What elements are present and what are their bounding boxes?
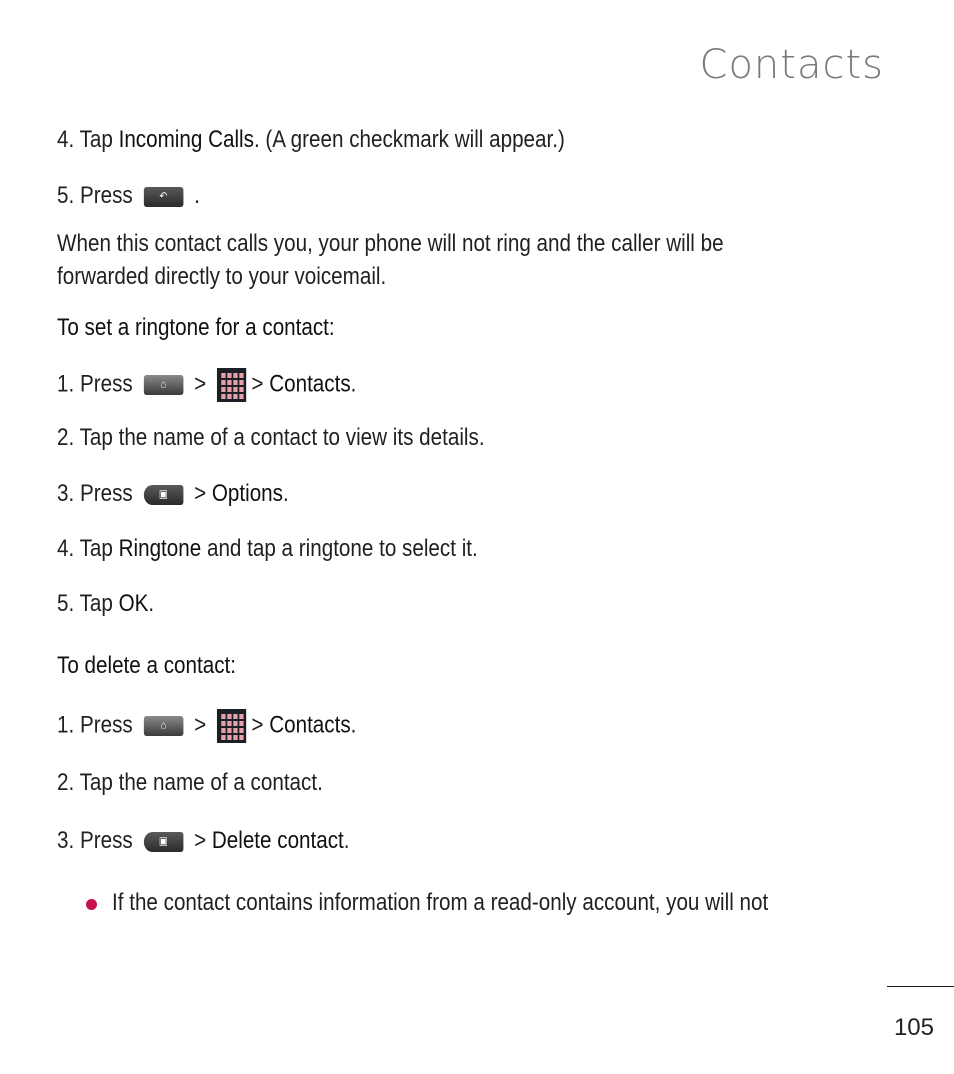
text: . bbox=[194, 182, 200, 209]
apps-grid-dot bbox=[239, 380, 244, 385]
apps-grid-dot bbox=[227, 721, 232, 726]
apps-grid-dot bbox=[239, 714, 244, 719]
text: . bbox=[282, 480, 289, 507]
apps-grid-dot bbox=[239, 394, 244, 399]
text: . bbox=[148, 590, 155, 617]
text: 4. Tap bbox=[57, 126, 119, 153]
text: . bbox=[343, 827, 350, 854]
paragraph-line: forwarded directly to your voicemail. bbox=[57, 263, 387, 290]
back-arrow-icon: ↶ bbox=[159, 190, 168, 203]
menu-key-icon: ▣ bbox=[143, 484, 184, 505]
apps-grid-dot bbox=[221, 728, 226, 733]
apps-grid-dot bbox=[221, 721, 226, 726]
step-tap-name: 2. Tap the name of a contact to view its… bbox=[57, 424, 485, 451]
apps-grid-dot bbox=[239, 373, 244, 378]
text: . bbox=[350, 711, 357, 739]
apps-grid-dot bbox=[239, 721, 244, 726]
emphasis: Options bbox=[211, 480, 283, 507]
step-press-back: 5. Press ↶ . bbox=[57, 182, 200, 210]
emphasis: Delete contact bbox=[211, 827, 344, 854]
apps-grid-dot bbox=[227, 387, 232, 392]
home-key-icon: ⌂ bbox=[143, 375, 184, 395]
step-press-home-contacts: 1. Press ⌂ > > Contacts. bbox=[57, 709, 356, 743]
home-key-icon: ⌂ bbox=[143, 716, 184, 736]
emphasis: OK bbox=[118, 590, 149, 617]
menu-icon: ▣ bbox=[158, 835, 168, 848]
emphasis: Incoming Calls bbox=[118, 126, 254, 153]
text: 5. Tap bbox=[57, 590, 119, 617]
paragraph-line: When this contact calls you, your phone … bbox=[57, 230, 724, 257]
bullet-note: If the contact contains information from… bbox=[112, 889, 769, 916]
separator: > bbox=[251, 370, 270, 398]
apps-grid-dot bbox=[233, 387, 238, 392]
apps-grid-dot bbox=[233, 380, 238, 385]
separator: > bbox=[251, 711, 270, 739]
apps-grid-dot bbox=[221, 394, 226, 399]
emphasis: Ringtone bbox=[118, 535, 202, 562]
apps-grid-dot bbox=[239, 387, 244, 392]
apps-grid-dot bbox=[227, 373, 232, 378]
page-title: Contacts bbox=[699, 42, 884, 88]
separator: > bbox=[194, 480, 212, 507]
apps-grid-dot bbox=[233, 728, 238, 733]
text: 1. Press bbox=[57, 370, 133, 398]
step-tap-ringtone: 4. Tap Ringtone and tap a ringtone to se… bbox=[57, 535, 478, 563]
apps-grid-dot bbox=[239, 735, 244, 740]
apps-grid-dot bbox=[233, 714, 238, 719]
separator: > bbox=[194, 711, 207, 739]
text: and tap a ringtone to select it. bbox=[201, 535, 478, 562]
apps-grid-dot bbox=[227, 728, 232, 733]
emphasis: Contacts bbox=[269, 711, 351, 739]
apps-grid-dot bbox=[221, 387, 226, 392]
apps-grid-dot bbox=[227, 380, 232, 385]
menu-key-icon: ▣ bbox=[143, 831, 184, 852]
text: 3. Press bbox=[57, 480, 133, 507]
page-number: 105 bbox=[893, 1014, 934, 1041]
apps-grid-dot bbox=[221, 373, 226, 378]
step-tap-contact: 2. Tap the name of a contact. bbox=[57, 769, 323, 796]
section-heading-ringtone: To set a ringtone for a contact: bbox=[57, 314, 335, 341]
apps-grid-dot bbox=[227, 735, 232, 740]
apps-grid-dot bbox=[239, 728, 244, 733]
home-icon: ⌂ bbox=[160, 719, 167, 732]
separator: > bbox=[194, 827, 212, 854]
bullet-icon bbox=[86, 899, 97, 910]
apps-grid-dot bbox=[227, 714, 232, 719]
footer-divider bbox=[887, 986, 954, 987]
apps-grid-dot bbox=[221, 714, 226, 719]
section-heading-delete: To delete a contact: bbox=[57, 652, 237, 679]
separator: > bbox=[194, 370, 207, 398]
apps-grid-dot bbox=[233, 394, 238, 399]
text: 1. Press bbox=[57, 711, 133, 739]
step-press-menu-delete: 3. Press ▣ > Delete contact. bbox=[57, 827, 350, 855]
apps-grid-icon bbox=[217, 368, 247, 402]
apps-grid-dot bbox=[233, 735, 238, 740]
apps-grid-dot bbox=[221, 380, 226, 385]
text: . bbox=[350, 370, 357, 398]
apps-grid-dot bbox=[227, 394, 232, 399]
apps-grid-dot bbox=[233, 373, 238, 378]
text: 4. Tap bbox=[57, 535, 119, 562]
apps-grid-dot bbox=[221, 735, 226, 740]
apps-grid-icon bbox=[217, 709, 247, 743]
text: 5. Press bbox=[57, 182, 133, 209]
text: 3. Press bbox=[57, 827, 133, 854]
menu-icon: ▣ bbox=[158, 488, 168, 501]
step-tap-ok: 5. Tap OK. bbox=[57, 590, 154, 618]
step-incoming-calls: 4. Tap Incoming Calls. (A green checkmar… bbox=[57, 126, 565, 154]
step-press-menu-options: 3. Press ▣ > Options. bbox=[57, 480, 289, 508]
text: . (A green checkmark will appear.) bbox=[253, 126, 565, 153]
emphasis: Contacts bbox=[269, 370, 351, 398]
step-press-home-contacts: 1. Press ⌂ > > Contacts. bbox=[57, 368, 356, 402]
apps-grid-dot bbox=[233, 721, 238, 726]
back-key-icon: ↶ bbox=[143, 186, 184, 207]
home-icon: ⌂ bbox=[160, 378, 167, 391]
